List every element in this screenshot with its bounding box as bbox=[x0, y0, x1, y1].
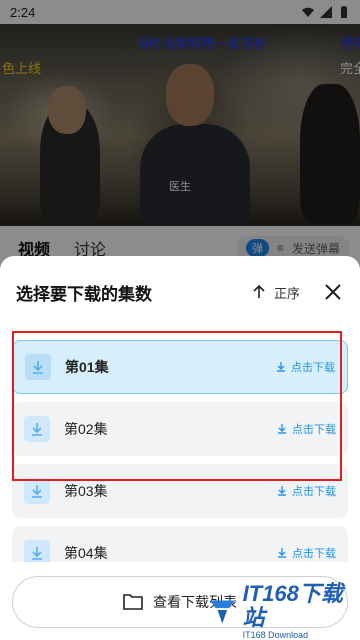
download-small-icon bbox=[278, 486, 286, 496]
episode-title: 第02集 bbox=[64, 421, 108, 437]
episode-download-button[interactable]: 点击下载 bbox=[277, 545, 336, 561]
download-label: 点击下载 bbox=[291, 362, 335, 374]
download-small-icon bbox=[278, 424, 286, 434]
download-label: 点击下载 bbox=[292, 424, 336, 436]
episode-item[interactable]: 第03集 点击下载 bbox=[12, 464, 348, 518]
download-label: 点击下载 bbox=[292, 548, 336, 560]
episode-title: 第01集 bbox=[65, 359, 109, 375]
watermark-logo-icon bbox=[209, 600, 235, 624]
download-icon bbox=[24, 478, 50, 504]
download-small-icon bbox=[277, 362, 285, 372]
episode-download-button[interactable]: 点击下载 bbox=[277, 483, 336, 499]
close-button[interactable] bbox=[322, 281, 344, 303]
sheet-title: 选择要下载的集数 bbox=[16, 284, 152, 304]
sort-label: 正序 bbox=[273, 285, 300, 301]
folder-icon bbox=[123, 594, 143, 610]
close-icon bbox=[325, 284, 341, 300]
episode-list: 第01集 点击下载 第02集 点击下载 第03集 点击下载 第04集 点击下载 bbox=[12, 340, 348, 588]
download-icon bbox=[25, 354, 51, 380]
arrow-up-icon bbox=[253, 285, 265, 298]
episode-download-button[interactable]: 点击下载 bbox=[277, 421, 336, 437]
watermark-sub: IT168 Download bbox=[242, 630, 309, 640]
download-label: 点击下载 bbox=[292, 486, 336, 498]
sort-button[interactable]: 正序 bbox=[252, 283, 300, 302]
episode-item[interactable]: 第01集 点击下载 bbox=[12, 340, 348, 394]
download-icon bbox=[24, 416, 50, 442]
episode-download-button[interactable]: 点击下载 bbox=[276, 359, 335, 375]
sheet-header: 选择要下载的集数 正序 bbox=[0, 256, 360, 328]
watermark: IT168下载站 IT168 Download bbox=[206, 582, 360, 640]
download-small-icon bbox=[278, 548, 286, 558]
watermark-brand: IT168下载站 bbox=[242, 581, 343, 630]
episode-title: 第03集 bbox=[64, 483, 108, 499]
watermark-text: IT168下载站 IT168 Download bbox=[243, 582, 360, 640]
episode-title: 第04集 bbox=[64, 545, 108, 561]
episode-item[interactable]: 第02集 点击下载 bbox=[12, 402, 348, 456]
